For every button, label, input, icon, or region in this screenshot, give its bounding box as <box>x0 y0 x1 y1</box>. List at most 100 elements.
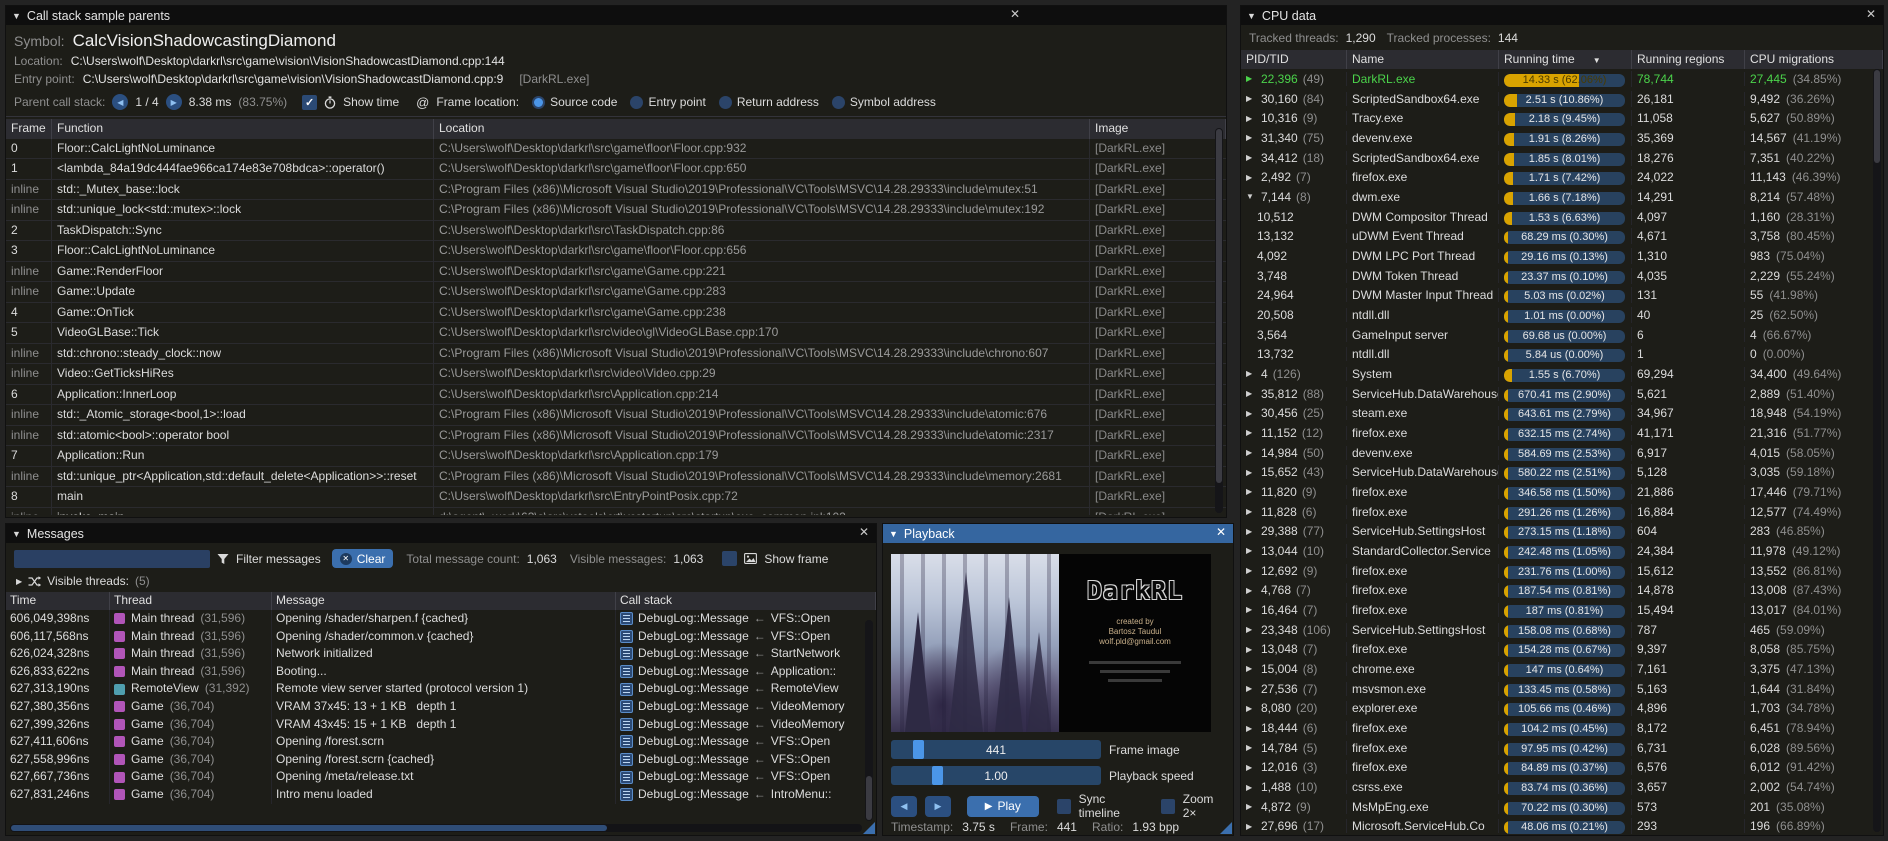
expand-icon[interactable]: ▶ <box>1246 409 1256 418</box>
callstack-table-row[interactable]: 8mainC:\Users\wolf\Desktop\darkrl\src\En… <box>6 487 1226 508</box>
clear-button[interactable]: ✕ Clear <box>332 549 394 568</box>
cpu-process-row[interactable]: ▶12,692(9)firefox.exe231.76 ms (1.00%)15… <box>1241 561 1883 581</box>
expand-icon[interactable]: ▶ <box>1246 487 1256 496</box>
message-callstack[interactable]: DebugLog::Message←VFS::Open <box>616 628 876 646</box>
col-header-function[interactable]: Function <box>52 119 434 139</box>
expand-threads-icon[interactable]: ▶ <box>16 577 22 586</box>
callstack-table-row[interactable]: 1<lambda_84a19dc444fae966ca174e83e708bdc… <box>6 159 1226 180</box>
cpu-process-row[interactable]: ▶11,820(9)firefox.exe346.58 ms (1.50%)21… <box>1241 482 1883 502</box>
callstack-table-row[interactable]: 3Floor::CalcLightNoLuminanceC:\Users\wol… <box>6 241 1226 262</box>
callstack-table-row[interactable]: 6Application::InnerLoopC:\Users\wolf\Des… <box>6 385 1226 406</box>
cpu-process-row[interactable]: ▶14,984(50)devenv.exe584.69 ms (2.53%)6,… <box>1241 443 1883 463</box>
slider-grab[interactable] <box>913 740 924 759</box>
expand-icon[interactable]: ▶ <box>1246 664 1256 673</box>
message-callstack[interactable]: DebugLog::Message←Application:: <box>616 663 876 681</box>
cpu-process-row[interactable]: ▶31,340(75)devenv.exe1.91 s (8.26%)35,36… <box>1241 128 1883 148</box>
callstack-table-row[interactable]: inlinestd::_Mutex_base::lockC:\Program F… <box>6 180 1226 201</box>
frame-image-slider[interactable]: 441 <box>891 740 1101 759</box>
radio-return-address[interactable]: Return address <box>719 95 819 109</box>
zoom-2x-label[interactable]: Zoom 2× <box>1183 792 1227 820</box>
radio-entry-point[interactable]: Entry point <box>630 95 705 109</box>
col-header-name[interactable]: Name <box>1347 50 1499 69</box>
message-row[interactable]: 626,024,328nsMain thread(31,596)Network … <box>6 645 876 663</box>
cpu-scrollbar[interactable] <box>1873 69 1881 832</box>
callstack-table-row[interactable]: 4Game::OnTickC:\Users\wolf\Desktop\darkr… <box>6 303 1226 324</box>
cpu-process-row[interactable]: ▶12,016(3)firefox.exe84.89 ms (0.37%)6,5… <box>1241 758 1883 778</box>
close-icon[interactable]: ✕ <box>1216 525 1226 539</box>
callstack-table-row[interactable]: inlineGame::RenderFloorC:\Users\wolf\Des… <box>6 262 1226 283</box>
expand-icon[interactable]: ▶ <box>1246 743 1256 752</box>
slider-grab[interactable] <box>932 766 943 785</box>
callstack-table-row[interactable]: inlineVideo::GetTicksHiResC:\Users\wolf\… <box>6 364 1226 385</box>
expand-icon[interactable]: ▶ <box>1246 625 1256 634</box>
message-callstack[interactable]: DebugLog::Message←RemoteView <box>616 680 876 698</box>
expand-icon[interactable]: ▶ <box>1246 114 1256 123</box>
expand-icon[interactable]: ▶ <box>1246 389 1256 398</box>
expand-icon[interactable]: ▶ <box>1246 822 1256 831</box>
message-callstack[interactable]: DebugLog::Message←VFS::Open <box>616 751 876 769</box>
resize-grip[interactable] <box>1220 822 1232 834</box>
message-row[interactable]: 606,049,398nsMain thread(31,596)Opening … <box>6 610 876 628</box>
cpu-process-row[interactable]: ▶23,348(106)ServiceHub.SettingsHost158.0… <box>1241 620 1883 640</box>
collapse-icon[interactable]: ▼ <box>1246 192 1256 201</box>
message-callstack[interactable]: DebugLog::Message←VideoMemory <box>616 716 876 734</box>
expand-icon[interactable]: ▶ <box>1246 605 1256 614</box>
messages-table-header[interactable]: Time Thread Message Call stack <box>6 592 876 610</box>
radio-symbol-address[interactable]: Symbol address <box>832 95 936 109</box>
expand-icon[interactable]: ▶ <box>1246 369 1256 378</box>
callstack-table-row[interactable]: inlinestd::atomic<bool>::operator boolC:… <box>6 426 1226 447</box>
expand-icon[interactable]: ▶ <box>1246 507 1256 516</box>
callstack-table-row[interactable]: inlineGame::UpdateC:\Users\wolf\Desktop\… <box>6 282 1226 303</box>
message-row[interactable]: 627,313,190nsRemoteView(31,392)Remote vi… <box>6 680 876 698</box>
cpu-process-row[interactable]: ▶14,784(5)firefox.exe97.95 ms (0.42%)6,7… <box>1241 738 1883 758</box>
callstack-table-row[interactable]: 2TaskDispatch::SyncC:\Users\wolf\Desktop… <box>6 221 1226 242</box>
expand-icon[interactable]: ▶ <box>1246 74 1256 83</box>
scrollbar-grab[interactable] <box>11 825 607 831</box>
expand-icon[interactable]: ▶ <box>1246 645 1256 654</box>
resize-grip[interactable] <box>863 822 875 834</box>
expand-icon[interactable]: ▶ <box>1246 448 1256 457</box>
cpu-process-row[interactable]: ▶4(126)System1.55 s (6.70%)69,29434,400(… <box>1241 364 1883 384</box>
collapse-icon[interactable]: ▼ <box>1247 11 1256 21</box>
sync-timeline-checkbox[interactable] <box>1057 799 1071 814</box>
show-frame-label[interactable]: Show frame <box>764 552 828 566</box>
message-callstack[interactable]: DebugLog::Message←VideoMemory <box>616 698 876 716</box>
expand-icon[interactable]: ▶ <box>1246 802 1256 811</box>
collapse-icon[interactable]: ▼ <box>889 529 898 539</box>
col-header-running-regions[interactable]: Running regions <box>1632 50 1745 69</box>
message-row[interactable]: 627,380,356nsGame(36,704)VRAM 37x45: 13 … <box>6 698 876 716</box>
expand-icon[interactable]: ▶ <box>1246 586 1256 595</box>
message-row[interactable]: 606,117,568nsMain thread(31,596)Opening … <box>6 628 876 646</box>
cpu-process-row[interactable]: ▶29,388(77)ServiceHub.SettingsHost273.15… <box>1241 521 1883 541</box>
message-row[interactable]: 627,411,606nsGame(36,704)Opening /forest… <box>6 733 876 751</box>
callstack-table-row[interactable]: inlinestd::unique_ptr<Application,std::d… <box>6 467 1226 488</box>
callstack-titlebar[interactable]: ▼ Call stack sample parents ✕ <box>6 6 1226 25</box>
expand-icon[interactable]: ▶ <box>1246 763 1256 772</box>
callstack-table-row[interactable]: inlinestd::_Atomic_storage<bool,1>::load… <box>6 405 1226 426</box>
col-header-time[interactable]: Time <box>6 592 110 610</box>
message-callstack[interactable]: DebugLog::Message←StartNetwork <box>616 645 876 663</box>
col-header-pid[interactable]: PID/TID <box>1241 50 1347 69</box>
scrollbar-grab[interactable] <box>866 776 872 820</box>
col-header-callstack[interactable]: Call stack <box>616 592 876 610</box>
col-header-thread[interactable]: Thread <box>110 592 272 610</box>
scrollbar-grab[interactable] <box>1874 70 1880 163</box>
cpu-process-row[interactable]: ▶27,536(7)msvsmon.exe133.45 ms (0.58%)5,… <box>1241 679 1883 699</box>
zoom-2x-checkbox[interactable] <box>1161 799 1175 814</box>
callstack-scrollbar[interactable] <box>1215 128 1223 513</box>
filter-input[interactable] <box>14 550 210 568</box>
col-header-location[interactable]: Location <box>434 119 1090 139</box>
col-header-frame[interactable]: Frame <box>6 119 52 139</box>
cpu-process-row[interactable]: ▶8,080(20)explorer.exe105.66 ms (0.46%)4… <box>1241 699 1883 719</box>
close-icon[interactable]: ✕ <box>1010 7 1020 21</box>
cpu-process-row[interactable]: 20,508ntdll.dll1.01 ms (0.00%)4025(62.50… <box>1241 305 1883 325</box>
cpu-process-row[interactable]: ▶13,044(10)StandardCollector.Service242.… <box>1241 541 1883 561</box>
col-header-running-time[interactable]: Running time▼ <box>1499 50 1632 69</box>
sync-timeline-label[interactable]: Sync timeline <box>1079 792 1145 820</box>
cpu-process-row[interactable]: ▶4,872(9)MsMpEng.exe70.22 ms (0.30%)5732… <box>1241 797 1883 817</box>
message-callstack[interactable]: DebugLog::Message←VFS::Open <box>616 733 876 751</box>
callstack-table-header[interactable]: Frame Function Location Image <box>6 119 1226 139</box>
col-header-image[interactable]: Image <box>1090 119 1226 139</box>
cpu-process-row[interactable]: ▶2,492(7)firefox.exe1.71 s (7.42%)24,022… <box>1241 167 1883 187</box>
messages-titlebar[interactable]: ▼ Messages ✕ <box>6 524 876 543</box>
